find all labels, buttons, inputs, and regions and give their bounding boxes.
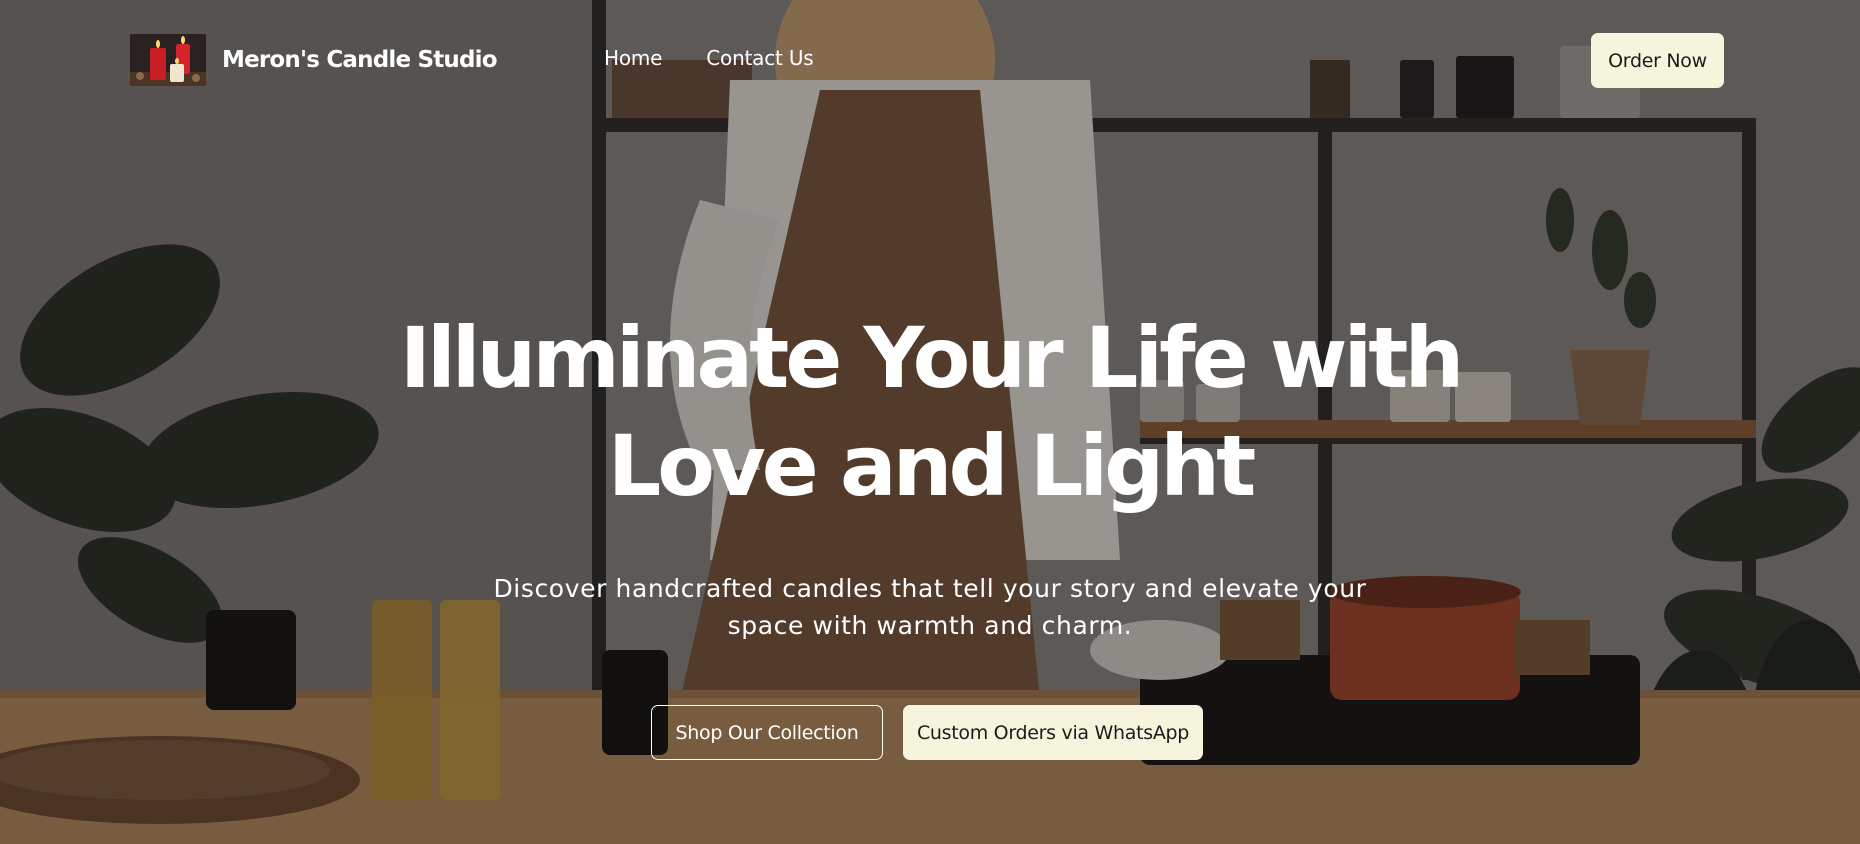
hero-title-line-2: Love and Light <box>607 417 1256 515</box>
brand-name: Meron's Candle Studio <box>222 47 498 73</box>
hero-subtitle-line-1: Discover handcrafted candles that tell y… <box>493 574 1367 603</box>
site-header: Meron's Candle Studio Home Contact Us Or… <box>0 0 1860 120</box>
nav-link-home[interactable]: Home <box>604 46 662 70</box>
main-navigation: Home Contact Us <box>604 46 814 70</box>
hero-subtitle: Discover handcrafted candles that tell y… <box>460 570 1400 644</box>
hero-cta-group: Shop Our Collection Custom Orders via Wh… <box>651 705 1203 760</box>
shop-collection-button[interactable]: Shop Our Collection <box>651 705 883 760</box>
hero-title: Illuminate Your Life with Love and Light <box>330 304 1530 520</box>
whatsapp-custom-orders-button[interactable]: Custom Orders via WhatsApp <box>903 705 1203 760</box>
candles-logo-icon <box>130 34 206 86</box>
order-now-button[interactable]: Order Now <box>1591 33 1724 88</box>
hero-subtitle-line-2: space with warmth and charm. <box>727 611 1133 640</box>
brand-home-link[interactable]: Meron's Candle Studio <box>130 34 498 86</box>
nav-link-contact-us[interactable]: Contact Us <box>706 46 813 70</box>
hero-title-line-1: Illuminate Your Life with <box>399 309 1465 407</box>
